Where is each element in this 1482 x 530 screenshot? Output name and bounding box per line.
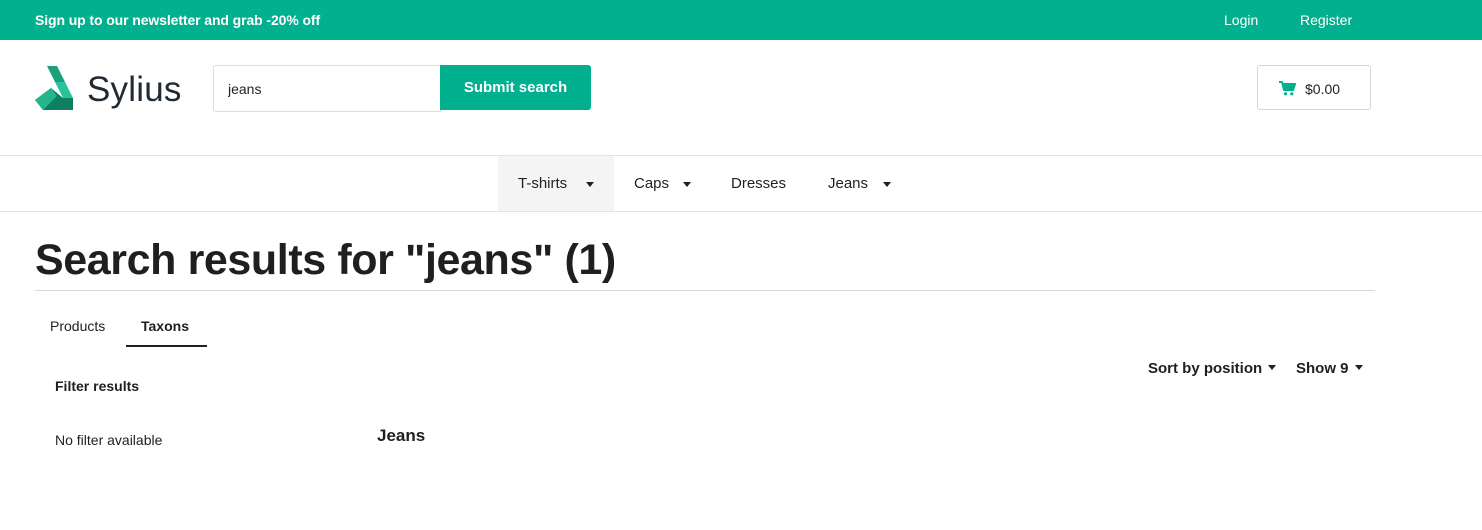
nav-item-label: T-shirts [518, 175, 568, 192]
nav-item-jeans[interactable]: Jeans [808, 156, 912, 211]
taxon-result-link[interactable]: Jeans [377, 426, 425, 446]
sort-dropdown[interactable]: Sort by position [1148, 360, 1277, 378]
caret-down-icon [683, 182, 691, 187]
logo-wordmark: Sylius [87, 70, 182, 109]
show-per-page-dropdown[interactable]: Show 9 [1296, 360, 1363, 378]
register-link[interactable]: Register [1300, 12, 1352, 28]
no-filter-text: No filter available [55, 432, 163, 448]
nav-item-tshirts[interactable]: T-shirts [498, 156, 614, 211]
page-title: Search results for "jeans" (1) [35, 236, 616, 284]
tab-label: Products [50, 318, 106, 334]
sort-dropdown-label: Sort by position [1148, 360, 1263, 377]
show-dropdown-label: Show 9 [1296, 360, 1349, 377]
caret-down-icon [1268, 365, 1277, 370]
tab-taxons[interactable]: Taxons [126, 305, 207, 347]
login-link[interactable]: Login [1224, 12, 1258, 28]
caret-down-icon [883, 182, 891, 187]
promo-bar: Sign up to our newsletter and grab -20% … [0, 0, 1482, 40]
caret-down-icon [586, 182, 594, 187]
nav-item-caps[interactable]: Caps [614, 156, 711, 211]
cart-total: $0.00 [1305, 81, 1341, 97]
cart-button[interactable]: $0.00 [1257, 65, 1371, 110]
nav-item-label: Dresses [731, 175, 787, 192]
submit-search-button[interactable]: Submit search [440, 65, 591, 110]
tab-products[interactable]: Products [35, 305, 126, 347]
tab-label: Taxons [141, 318, 189, 334]
nav-divider-bottom [0, 211, 1482, 212]
nav-item-label: Jeans [828, 175, 869, 192]
nav-item-label: Caps [634, 175, 670, 192]
nav-item-dresses[interactable]: Dresses [711, 156, 808, 211]
filter-results-heading: Filter results [55, 378, 140, 394]
search-input[interactable] [213, 65, 441, 112]
cart-icon [1279, 81, 1296, 96]
sylius-logo[interactable]: Sylius [35, 63, 190, 111]
sylius-logo-icon [35, 66, 73, 110]
caret-down-icon [1354, 365, 1363, 370]
title-divider [35, 290, 1375, 291]
newsletter-promo-text[interactable]: Sign up to our newsletter and grab -20% … [35, 12, 320, 28]
